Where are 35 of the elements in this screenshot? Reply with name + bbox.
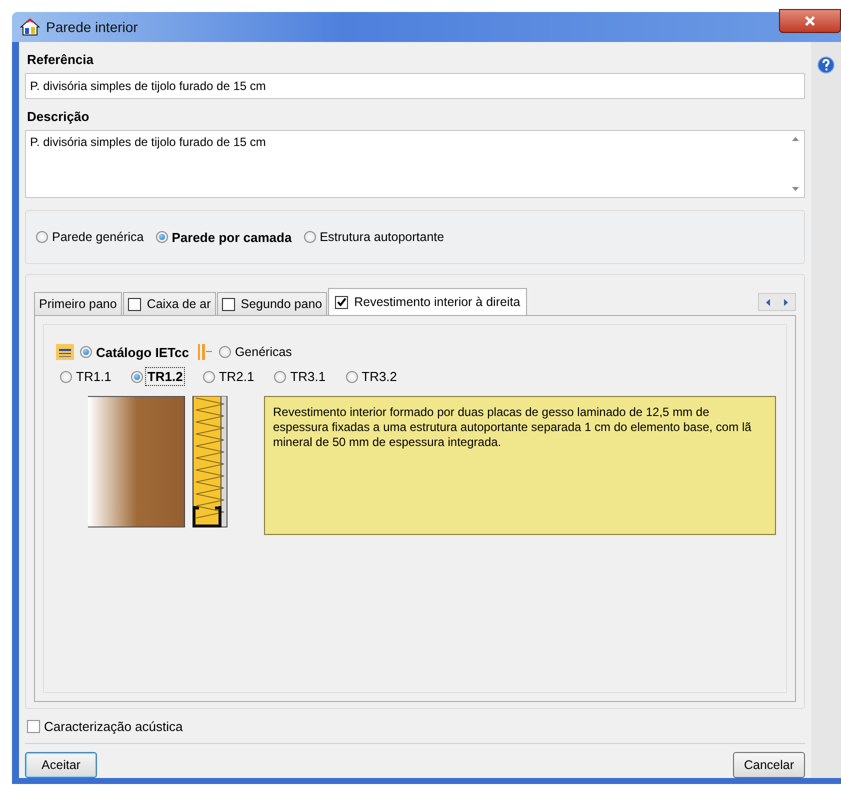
type-radio[interactable]: TR3.1	[274, 369, 326, 384]
dialog-button[interactable]: Aceitar	[25, 752, 97, 778]
left-arrow-icon	[766, 298, 770, 306]
scroll-right-button[interactable]	[777, 294, 795, 310]
type-radio[interactable]: TR1.1	[60, 369, 112, 384]
description-note: Revestimento interior formado por duas placas de gesso laminado de 12,5 mm de espessura fixadas a uma estrutura autoportante separada 1 cm do elemento base, com lã mineral de 50 mm de espessura integrada.	[264, 396, 776, 535]
field-label: Descrição	[27, 109, 90, 124]
field-label: Referência	[27, 52, 94, 67]
description-field[interactable]: P. divisória simples de tijolo furado de 15 cm	[25, 130, 805, 198]
reference-field[interactable]: P. divisória simples de tijolo furado de 15 cm	[25, 73, 805, 99]
wall-type-radio[interactable]: Estrutura autoportante	[304, 230, 444, 244]
type-radio[interactable]: TR2.1	[202, 369, 254, 384]
source-radio[interactable]: Genéricas	[218, 345, 292, 359]
tab[interactable]: Primeiro pano	[34, 292, 122, 315]
source-radio[interactable]: Catálogo IETcc	[80, 344, 189, 360]
scroll-up-icon[interactable]	[792, 137, 799, 141]
scroll-left-button[interactable]	[759, 294, 777, 310]
close-icon	[804, 16, 816, 26]
tab[interactable]: Caixa de ar	[122, 292, 216, 315]
scroll-down-icon[interactable]	[792, 187, 799, 191]
tab[interactable]: Segundo pano	[216, 292, 328, 315]
right-arrow-icon	[784, 298, 788, 306]
check-icon	[336, 296, 348, 308]
acoustic-checkbox[interactable]: Caracterização acústica	[27, 719, 805, 734]
tab[interactable]: Revestimento interior à direita	[328, 288, 528, 315]
type-radio[interactable]: TR1.2	[131, 369, 183, 384]
wall-type-radio[interactable]: Parede genérica	[36, 230, 144, 244]
type-radio[interactable]: TR3.2	[346, 369, 398, 384]
window-title: Parede interior	[46, 19, 138, 35]
wall-type-radio[interactable]: Parede por camada	[156, 230, 292, 244]
dialog-button[interactable]: Cancelar	[732, 752, 805, 778]
catalog-icon	[56, 344, 74, 360]
help-icon[interactable]	[817, 56, 835, 74]
close-button[interactable]	[779, 9, 841, 33]
house-icon	[20, 18, 40, 36]
